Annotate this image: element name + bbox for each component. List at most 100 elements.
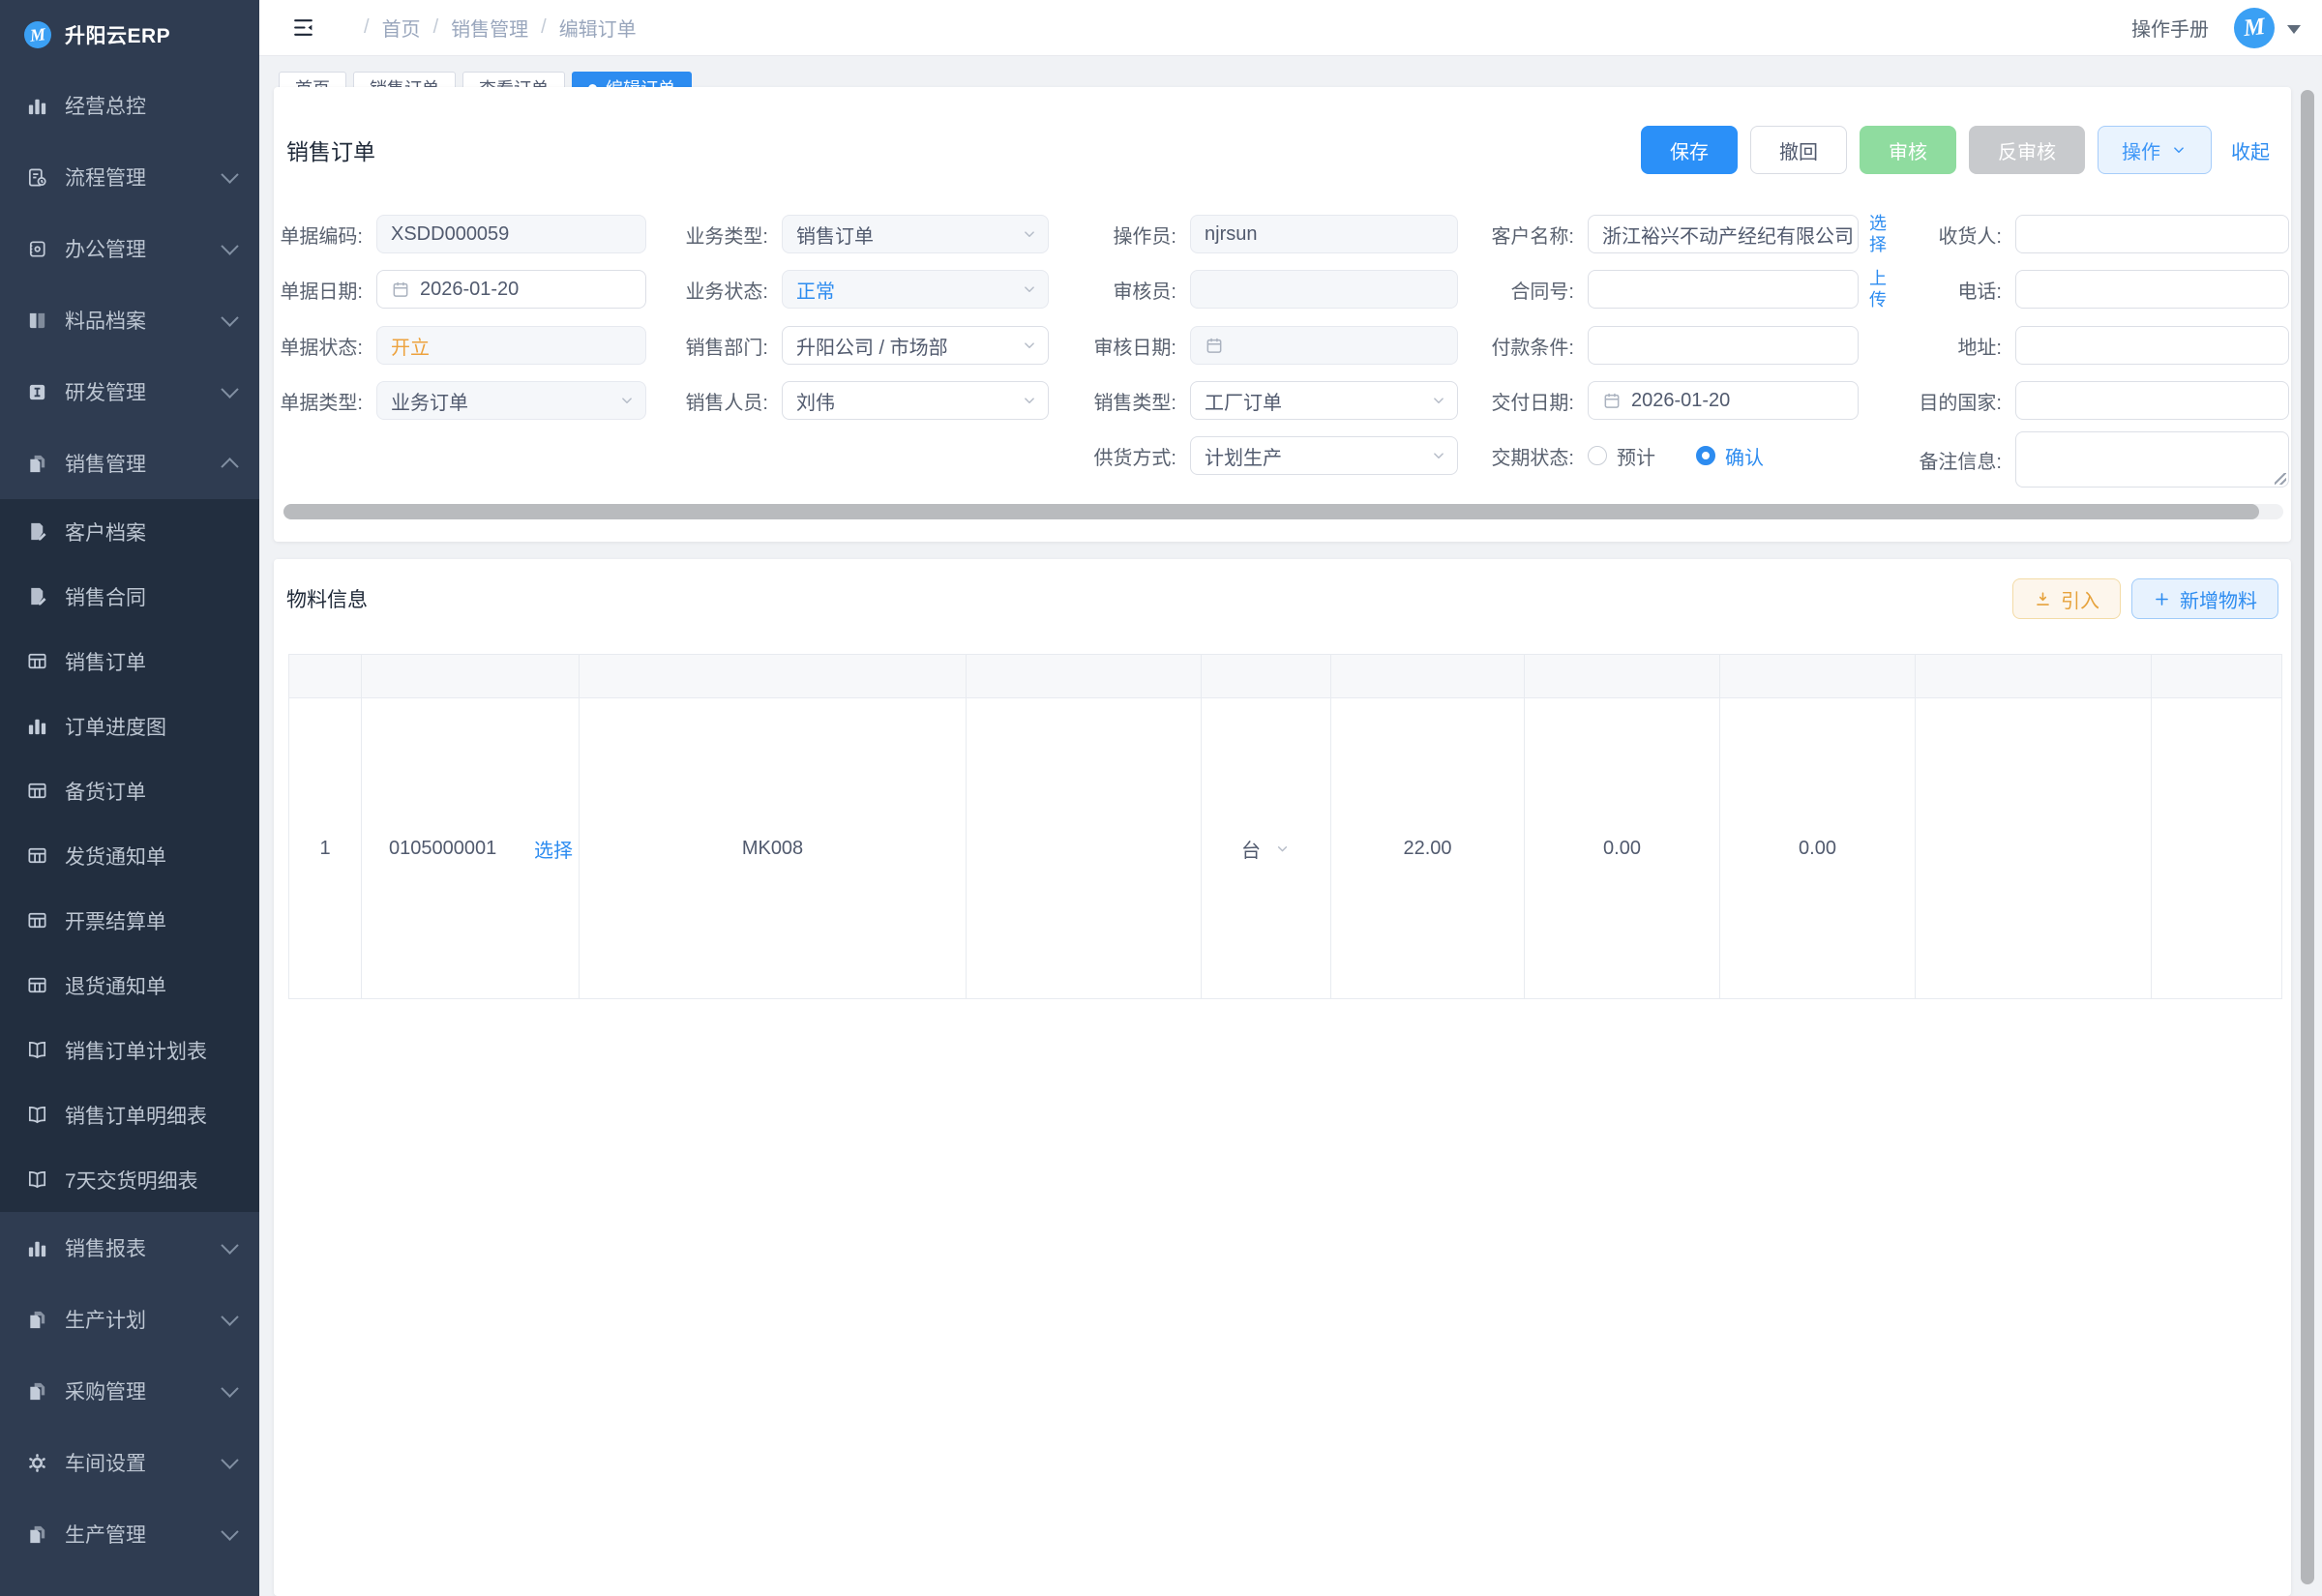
radio-confirmed[interactable]: 确认 [1696,442,1764,470]
audit-date-input[interactable] [1190,326,1458,365]
office-icon [26,238,48,260]
doc-status-input[interactable]: 开立 [376,326,646,365]
horizontal-scrollbar[interactable] [283,504,2283,519]
remark-textarea[interactable] [2015,431,2289,488]
sidebar-item-4[interactable]: 研发管理 [0,356,259,428]
sidebar-item-12[interactable]: 开票结算单 [0,888,259,953]
vertical-scrollbar[interactable] [2301,87,2314,1596]
cell-unit[interactable]: 台 [1202,698,1331,999]
cell-price[interactable]: 0.00 [1525,698,1720,999]
supply-mode-select[interactable]: 计划生产 [1190,436,1458,475]
biz-type-select[interactable]: 销售订单 [782,215,1049,253]
phone-input[interactable] [2015,270,2289,309]
radio-icon [1588,446,1607,465]
address-input[interactable] [2015,326,2289,365]
sidebar-item-10[interactable]: 备货订单 [0,758,259,823]
sidebar-item-13[interactable]: 退货通知单 [0,953,259,1018]
field-sales-dept: 销售部门: 升阳公司 / 市场部 [623,326,1049,365]
field-label: 交期状态: [1429,442,1574,470]
select-material-link[interactable]: 选择 [534,835,573,863]
sidebar-item-21[interactable]: 生产管理 [0,1498,259,1570]
payment-terms-input[interactable] [1588,326,1859,365]
import-button[interactable]: 引入 [2012,578,2121,619]
field-operator: 操作员: njrsun [1031,215,1458,253]
customer-name-input[interactable]: 浙江裕兴不动产经纪有限公司 [1588,215,1859,253]
radio-estimated[interactable]: 预计 [1588,442,1655,470]
doc-type-select[interactable]: 业务订单 [376,381,646,420]
sidebar-item-15[interactable]: 销售订单明细表 [0,1082,259,1147]
auditor-input[interactable] [1190,270,1458,309]
field-label: 付款条件: [1429,332,1574,360]
contract-no-input[interactable] [1588,270,1859,309]
field-sales-person: 销售人员: 刘伟 [623,381,1049,420]
field-receiver: 收货人: [1857,215,2289,253]
doc-date-input[interactable]: 2026-01-20 [376,270,646,309]
sidebar-item-20[interactable]: 车间设置 [0,1427,259,1498]
sidebar-item-18[interactable]: 生产计划 [0,1284,259,1355]
column-header-7 [1720,655,1916,698]
open-book-icon [26,1039,48,1061]
sales-person-select[interactable]: 刘伟 [782,381,1049,420]
field-label: 交付日期: [1429,387,1574,415]
field-delivery-date: 交付日期: 2026-01-20 [1429,381,1859,420]
doc-code-input[interactable]: XSDD000059 [376,215,646,253]
bar-chart-icon [26,715,48,737]
receiver-input[interactable] [2015,215,2289,253]
avatar[interactable]: M [2234,8,2275,48]
field-biz-type: 业务类型: 销售订单 [623,215,1049,253]
caret-down-icon[interactable] [2287,25,2301,41]
sidebar-item-17[interactable]: 销售报表 [0,1212,259,1284]
cell-spec[interactable] [967,698,1202,999]
cell-name[interactable]: MK008 [580,698,967,999]
brand-logo-icon: M [24,21,51,48]
field-payment-terms: 付款条件: [1429,326,1859,365]
breadcrumb-label: 编辑订单 [559,14,637,42]
sidebar-item-22[interactable]: 加工车间 [0,1570,259,1596]
breadcrumb-item-2[interactable]: / 编辑订单 [528,14,637,42]
sidebar-item-label: 车间设置 [65,1448,223,1477]
manual-link[interactable]: 操作手册 [2131,14,2209,42]
sales-dept-select[interactable]: 升阳公司 / 市场部 [782,326,1049,365]
sales-type-select[interactable]: 工厂订单 [1190,381,1458,420]
doc-edit-icon [26,520,48,543]
sidebar-item-6[interactable]: 客户档案 [0,499,259,564]
column-header-2 [580,655,967,698]
sidebar-item-1[interactable]: 流程管理 [0,141,259,213]
field-label: 业务状态: [623,276,768,304]
sidebar-item-11[interactable]: 发货通知单 [0,823,259,888]
radio-icon [1696,446,1715,465]
sidebar-item-14[interactable]: 销售订单计划表 [0,1018,259,1082]
sidebar-item-0[interactable]: 经营总控 [0,70,259,141]
breadcrumb-item-0[interactable]: / 首页 [351,14,421,42]
vertical-scrollbar-thumb[interactable] [2301,90,2314,1584]
field-label: 审核员: [1031,276,1176,304]
dest-country-input[interactable] [2015,381,2289,420]
cell-quality[interactable] [1916,698,2152,999]
sidebar-item-7[interactable]: 销售合同 [0,564,259,629]
sidebar-item-16[interactable]: 7天交货明细表 [0,1147,259,1212]
cell-remark[interactable] [2152,698,2282,999]
menu-fold-icon[interactable] [290,15,316,40]
add-material-button[interactable]: 新增物料 [2131,578,2278,619]
field-supply-mode: 供货方式: 计划生产 [1031,436,1458,475]
operator-input[interactable]: njrsun [1190,215,1458,253]
material-code[interactable]: 0105000001 [389,838,496,860]
main-area: / 首页 / 销售管理 / 编辑订单 操作手册 M 首页 销售订单 [259,0,2322,1596]
breadcrumb-separator: / [541,16,547,39]
chevron-icon [221,165,238,183]
sidebar-item-9[interactable]: 订单进度图 [0,694,259,758]
sidebar-item-3[interactable]: 料品档案 [0,284,259,356]
materials-title: 物料信息 [286,584,368,613]
open-book-icon [26,1104,48,1126]
horizontal-scrollbar-thumb[interactable] [283,504,2259,519]
delivery-date-input[interactable]: 2026-01-20 [1588,381,1859,420]
sidebar-item-8[interactable]: 销售订单 [0,629,259,694]
sidebar-item-5[interactable]: 销售管理 [0,428,259,499]
cell-qty[interactable]: 22.00 [1331,698,1525,999]
table-grid-icon [26,909,48,931]
breadcrumb-item-1[interactable]: / 销售管理 [421,14,529,42]
sidebar-item-19[interactable]: 采购管理 [0,1355,259,1427]
biz-status-select[interactable]: 正常 [782,270,1049,309]
field-doc-code: 单据编码: XSDD000059 [218,215,646,253]
sidebar-item-2[interactable]: 办公管理 [0,213,259,284]
